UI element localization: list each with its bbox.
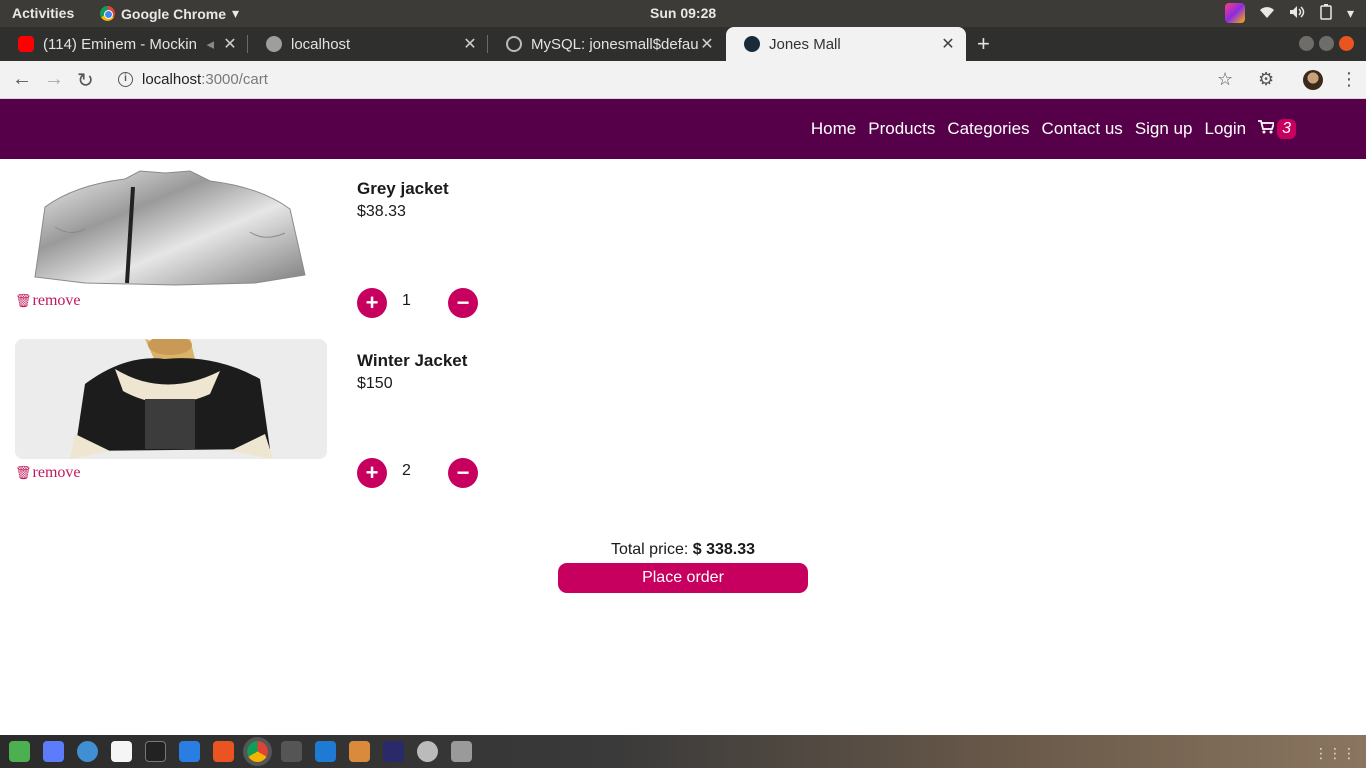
new-tab-button[interactable]: + (977, 31, 990, 57)
info-icon[interactable]: i (118, 72, 133, 87)
system-top-bar: Activities Google Chrome ▾ Sun 09:28 ▾ (0, 0, 1366, 27)
chrome-icon (100, 6, 115, 21)
nav-products[interactable]: Products (868, 119, 935, 139)
total-value: $ 338.33 (692, 541, 756, 558)
battery-icon[interactable] (1319, 3, 1333, 23)
bookmark-star-icon[interactable]: ☆ (1217, 69, 1233, 90)
window-controls (1299, 36, 1354, 51)
remove-button[interactable]: 🗑remove (15, 292, 81, 310)
product-price: $38.33 (357, 203, 406, 220)
cart-link[interactable]: 3 (1258, 119, 1296, 139)
nav-home[interactable]: Home (811, 119, 856, 139)
tab-jones-mall[interactable]: Jones Mall ✕ (726, 27, 966, 61)
skype-icon[interactable] (179, 741, 200, 762)
nav-login[interactable]: Login (1204, 119, 1246, 139)
app-menu[interactable]: Google Chrome ▾ (100, 5, 239, 22)
remove-label: remove (32, 292, 81, 309)
chrome-dock-icon[interactable] (247, 741, 268, 762)
cart-count-badge: 3 (1277, 119, 1296, 139)
wifi-icon[interactable] (1259, 5, 1275, 22)
tab-strip: (114) Eminem - Mockin ◂ ✕ localhost ✕ My… (0, 27, 1366, 61)
cart-item: 🗑remove Winter Jacket $150 + 2 − (15, 339, 715, 489)
scanner-icon[interactable] (451, 741, 472, 762)
system-tray[interactable]: ▾ (1224, 3, 1354, 23)
trash-icon: 🗑 (15, 293, 32, 308)
close-icon[interactable]: ✕ (940, 34, 956, 54)
files-icon[interactable] (349, 741, 370, 762)
react-icon (744, 36, 760, 52)
app-name: Google Chrome (121, 5, 227, 22)
globe-icon (266, 36, 282, 52)
vscode-icon[interactable] (315, 741, 336, 762)
increase-quantity-button[interactable]: + (357, 288, 387, 318)
terminal-icon[interactable] (145, 741, 166, 762)
settings-icon[interactable] (417, 741, 438, 762)
site-navbar: Home Products Categories Contact us Sign… (0, 99, 1366, 159)
forward-icon[interactable]: → (44, 68, 64, 91)
decrease-quantity-button[interactable]: − (448, 458, 478, 488)
back-icon[interactable]: ← (12, 68, 32, 91)
increase-quantity-button[interactable]: + (357, 458, 387, 488)
maximize-button[interactable] (1319, 36, 1334, 51)
youtube-icon (18, 36, 34, 52)
nav-signup[interactable]: Sign up (1135, 119, 1193, 139)
minimize-button[interactable] (1299, 36, 1314, 51)
amazon-icon[interactable] (111, 741, 132, 762)
remove-label: remove (32, 464, 81, 481)
taskbar-dock (0, 735, 1366, 768)
tab-title: MySQL: jonesmall$default (531, 35, 699, 53)
jetbrains-toolbox-icon[interactable] (1224, 3, 1245, 23)
total-label: Total price: (610, 541, 689, 558)
tab-title: localhost (291, 35, 351, 53)
chevron-down-icon: ▾ (232, 5, 240, 21)
address-bar[interactable]: i localhost:3000/cart (108, 64, 1248, 95)
url-path: :3000/cart (201, 71, 268, 88)
software-center-icon[interactable] (213, 741, 234, 762)
app-launcher-icon[interactable] (9, 741, 30, 762)
tab-localhost[interactable]: localhost ✕ (248, 27, 488, 61)
browser-toolbar: ← → ↻ i localhost:3000/cart ☆ ⚙ ⋮ (0, 61, 1366, 99)
power-menu-icon[interactable]: ▾ (1347, 5, 1354, 22)
profile-avatar[interactable] (1303, 70, 1323, 90)
product-name: Grey jacket (357, 179, 449, 198)
trash-icon: 🗑 (15, 465, 32, 480)
activities-button[interactable]: Activities (12, 5, 74, 21)
nav-categories[interactable]: Categories (947, 119, 1029, 139)
loading-icon (506, 36, 522, 52)
volume-icon[interactable] (1289, 5, 1305, 22)
tab-youtube[interactable]: (114) Eminem - Mockin ◂ ✕ (0, 27, 248, 61)
speaker-icon: ◂ (206, 36, 214, 53)
menu-kebab-icon[interactable]: ⋮ (1340, 69, 1358, 90)
product-image-winter-jacket (15, 339, 327, 459)
close-icon[interactable]: ✕ (222, 34, 238, 54)
help-icon[interactable] (77, 741, 98, 762)
quantity-value: 1 (402, 292, 411, 309)
show-applications-icon[interactable]: ⋮⋮⋮ (1314, 745, 1356, 762)
tab-title: Jones Mall (769, 35, 841, 53)
cart-item: 🗑remove Grey jacket $38.33 + 1 − (15, 167, 715, 318)
close-window-button[interactable] (1339, 36, 1354, 51)
remove-button[interactable]: 🗑remove (15, 464, 81, 482)
url-host: localhost (142, 71, 202, 88)
close-icon[interactable]: ✕ (699, 34, 715, 54)
extension-icon[interactable]: ⚙ (1258, 69, 1274, 90)
total-price: Total price: $ 338.33 (0, 541, 1366, 559)
nav-contact[interactable]: Contact us (1042, 119, 1123, 139)
quantity-value: 2 (402, 462, 411, 479)
intellij-icon[interactable] (383, 741, 404, 762)
decrease-quantity-button[interactable]: − (448, 288, 478, 318)
product-image-grey-jacket (15, 167, 327, 287)
product-price: $150 (357, 375, 393, 392)
tab-title: (114) Eminem - Mockin (43, 35, 197, 53)
shopping-cart-icon (1258, 119, 1276, 139)
text-editor-icon[interactable] (43, 741, 64, 762)
video-editor-icon[interactable] (281, 741, 302, 762)
place-order-button[interactable]: Place order (558, 563, 808, 593)
tab-mysql[interactable]: MySQL: jonesmall$default ✕ (488, 27, 725, 61)
reload-icon[interactable]: ↻ (77, 68, 94, 93)
close-icon[interactable]: ✕ (462, 34, 478, 54)
clock[interactable]: Sun 09:28 (650, 5, 716, 21)
product-name: Winter Jacket (357, 351, 468, 370)
